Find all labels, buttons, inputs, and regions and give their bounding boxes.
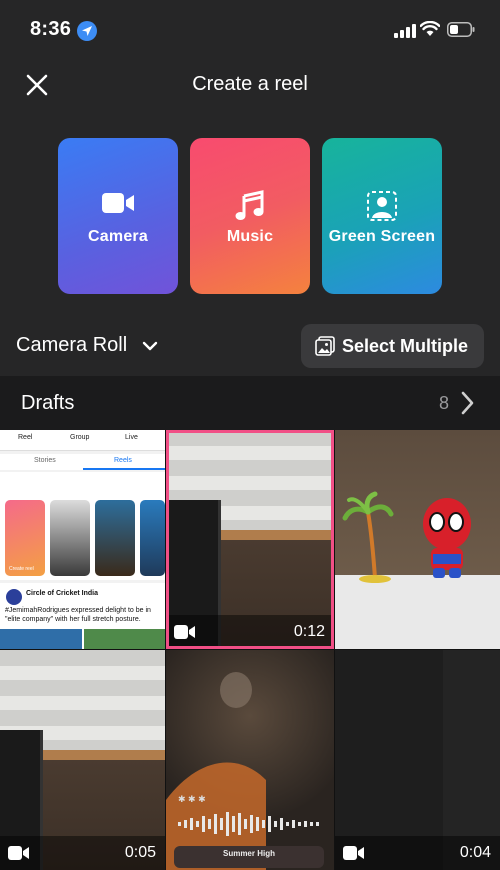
- fb-tab-underline: [83, 468, 165, 470]
- audio-waveform: [178, 812, 319, 836]
- video-duration: 0:04: [459, 844, 491, 861]
- music-mode-label: Music: [226, 228, 274, 245]
- media-tile[interactable]: ✱ ✱ ✱ Summer High: [166, 650, 334, 870]
- fb-post-author: Circle of Cricket India: [26, 590, 98, 597]
- fb-tab-stories: Stories: [34, 457, 56, 464]
- media-tile[interactable]: [335, 430, 500, 649]
- drafts-label: Drafts: [21, 392, 75, 414]
- selection-border: [166, 430, 334, 649]
- fb-reel-thumb: [50, 500, 90, 576]
- media-tile[interactable]: 0:05: [0, 650, 165, 870]
- music-sticker: Summer High: [174, 846, 324, 868]
- media-grid: Reel Group Live Stories Reels Create ree…: [0, 430, 500, 870]
- media-tile[interactable]: Reel Group Live Stories Reels Create ree…: [0, 430, 165, 649]
- chevron-down-icon[interactable]: [142, 340, 158, 352]
- camera-mode-button[interactable]: Camera: [58, 138, 178, 294]
- fb-post-text: #JemimahRodrigues expressed delight to b…: [5, 607, 151, 623]
- green-screen-mode-button[interactable]: Green Screen: [322, 138, 442, 294]
- video-camera-icon: [58, 190, 178, 224]
- green-screen-icon: [322, 190, 442, 224]
- create-reel-screen: 8:36 Create a reel Camera Music Green Sc…: [0, 0, 500, 870]
- fb-tab-reels: Reels: [114, 457, 132, 464]
- page-title: Create a reel: [192, 73, 308, 95]
- fb-post-image: [84, 629, 165, 649]
- fb-post: Circle of Cricket India #JemimahRodrigue…: [0, 583, 165, 649]
- fb-chip-reel: Reel: [18, 434, 33, 441]
- video-duration: 0:05: [124, 844, 156, 861]
- select-multiple-button[interactable]: Select Multiple: [301, 324, 484, 368]
- story-stickers: ✱ ✱ ✱: [178, 794, 206, 804]
- fb-tabs: Stories Reels: [0, 454, 165, 470]
- gallery-icon: [315, 336, 335, 356]
- music-mode-button[interactable]: Music: [190, 138, 310, 294]
- media-tile[interactable]: 0:04: [335, 650, 500, 870]
- select-multiple-label: Select Multiple: [342, 336, 469, 356]
- tile-footer: 0:05: [0, 836, 165, 870]
- fb-reel-thumb: [140, 500, 165, 576]
- fb-chip-group: Group: [70, 434, 90, 441]
- drafts-count: 8: [439, 393, 450, 413]
- camera-mode-label: Camera: [88, 228, 148, 245]
- location-arrow-icon: [77, 21, 97, 41]
- fb-top-bar: Reel Group Live: [0, 430, 165, 451]
- header: Create a reel: [0, 60, 500, 112]
- chevron-right-icon: [461, 391, 474, 415]
- wifi-icon: [420, 21, 440, 36]
- fb-post-image: [0, 629, 82, 649]
- fb-reels-strip: Create reel: [0, 472, 165, 580]
- toy-figures-illustration: [342, 491, 471, 583]
- video-icon: [343, 846, 364, 860]
- fb-create-reel-label: Create reel: [9, 566, 34, 572]
- media-tile-selected[interactable]: 0:12: [166, 430, 334, 649]
- music-sticker-title: Summer High: [222, 849, 275, 858]
- music-note-icon: [190, 190, 310, 224]
- video-icon: [8, 846, 29, 860]
- drafts-row[interactable]: Drafts 8: [0, 376, 500, 430]
- cellular-signal-icon: [394, 24, 416, 38]
- album-row: Camera Roll Select Multiple: [0, 322, 500, 370]
- fb-reel-thumb: [95, 500, 135, 576]
- green-screen-mode-label: Green Screen: [328, 228, 436, 245]
- album-selector[interactable]: Camera Roll: [16, 334, 127, 357]
- tile-footer: 0:04: [335, 836, 500, 870]
- fb-chip-live: Live: [125, 434, 138, 441]
- fb-create-reel-card: Create reel: [5, 500, 45, 576]
- status-time: 8:36: [30, 18, 72, 40]
- fb-post-avatar: [6, 589, 22, 605]
- battery-icon: [447, 22, 475, 37]
- status-bar: 8:36: [0, 0, 500, 60]
